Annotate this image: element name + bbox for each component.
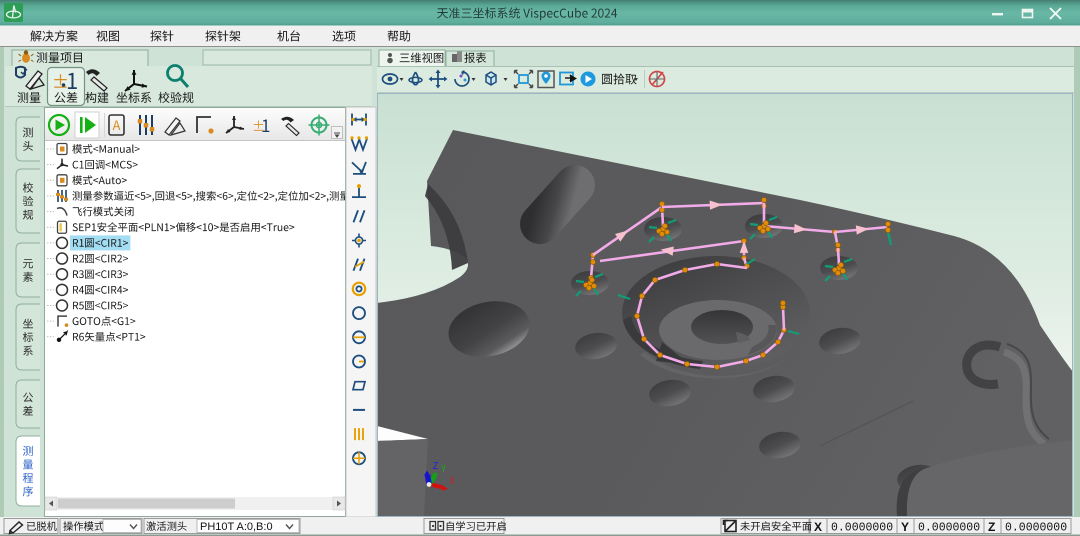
svg-text:0.0000000: 0.0000000 xyxy=(1005,522,1067,535)
svg-text:Z: Z xyxy=(988,520,995,534)
svg-text:PH10T A:0,B:0: PH10T A:0,B:0 xyxy=(200,521,273,533)
svg-text:0.0000000: 0.0000000 xyxy=(831,522,893,535)
svg-text:0.0000000: 0.0000000 xyxy=(918,522,980,535)
svg-text:X: X xyxy=(814,520,822,534)
svg-text:Y: Y xyxy=(901,520,909,534)
